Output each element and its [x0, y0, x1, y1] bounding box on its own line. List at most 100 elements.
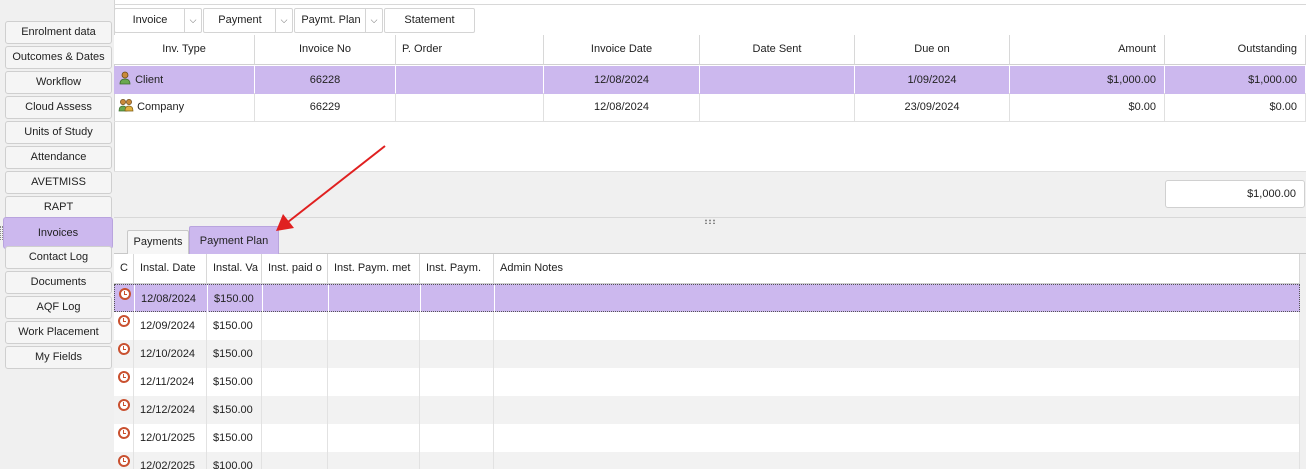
table-row[interactable]: Client 66228 12/08/2024 1/09/2024 $1,000…: [114, 66, 1306, 94]
cell-p-order: [396, 66, 544, 94]
sidebar-item-cloud-assess[interactable]: Cloud Assess: [5, 96, 112, 119]
payment-button[interactable]: Payment ⌵: [203, 8, 293, 33]
cell-inst-paid-on: [262, 396, 328, 424]
column-header-due-on[interactable]: Due on: [855, 35, 1010, 65]
table-row[interactable]: 12/01/2025 $150.00: [114, 424, 1300, 452]
cell-inst-paym: [420, 452, 494, 469]
column-header-admin-notes[interactable]: Admin Notes: [494, 254, 1300, 284]
tab-payments[interactable]: Payments: [127, 230, 189, 254]
grip-dots-icon[interactable]: [704, 219, 716, 224]
tab-payment-plan[interactable]: Payment Plan: [189, 226, 279, 254]
cell-status: [114, 312, 134, 340]
cell-status: [114, 368, 134, 396]
sidebar-item-my-fields[interactable]: My Fields: [5, 346, 112, 369]
sidebar-item-documents[interactable]: Documents: [5, 271, 112, 294]
table-row[interactable]: 12/11/2024 $150.00: [114, 368, 1300, 396]
column-header-inst-paym[interactable]: Inst. Paym.: [420, 254, 494, 284]
cell-status: [114, 452, 134, 469]
cell-invoice-date: 12/08/2024: [544, 66, 700, 94]
cell-inst-paym: [420, 340, 494, 368]
sidebar-nav: Enrolment data Outcomes & Dates Workflow…: [0, 0, 115, 469]
cell-inst-paid-on: [262, 368, 328, 396]
cell-instal-date: 12/01/2025: [134, 424, 207, 452]
cell-instal-value: $150.00: [207, 396, 262, 424]
cell-inst-paid-on: [262, 340, 328, 368]
cell-instal-date: 12/11/2024: [134, 368, 207, 396]
clock-icon: [118, 343, 130, 355]
clock-icon: [118, 371, 130, 383]
cell-outstanding: $1,000.00: [1165, 66, 1306, 94]
sidebar-item-units-of-study[interactable]: Units of Study: [5, 121, 112, 144]
column-header-inst-paid-on[interactable]: Inst. paid o: [262, 254, 328, 284]
invoice-button-label: Invoice: [132, 14, 168, 26]
paymt-plan-button[interactable]: Paymt. Plan ⌵: [294, 8, 383, 33]
sidebar-item-rapt[interactable]: RAPT: [5, 196, 112, 219]
sidebar-item-work-placement[interactable]: Work Placement: [5, 321, 112, 344]
clock-icon: [118, 427, 130, 439]
column-header-inv-type[interactable]: Inv. Type: [114, 35, 255, 65]
cell-admin-notes: [494, 396, 1300, 424]
sidebar-item-contact-log[interactable]: Contact Log: [5, 246, 112, 269]
column-header-date-sent[interactable]: Date Sent: [700, 35, 855, 65]
sidebar-item-attendance[interactable]: Attendance: [5, 146, 112, 169]
group-icon: [118, 99, 134, 112]
cell-admin-notes: [494, 424, 1300, 452]
cell-admin-notes: [494, 340, 1300, 368]
cell-admin-notes: [494, 368, 1300, 396]
scrollbar[interactable]: [1300, 254, 1306, 469]
sidebar-item-outcomes-dates[interactable]: Outcomes & Dates: [5, 46, 112, 69]
table-row[interactable]: 12/08/2024 $150.00: [114, 284, 1301, 313]
clock-icon: [118, 455, 130, 467]
cell-status: [114, 396, 134, 424]
inv-type-text: Company: [137, 101, 185, 113]
cell-inv-type: Company: [114, 93, 255, 121]
cell-inst-paym-method: [328, 452, 420, 469]
column-header-p-order[interactable]: P. Order: [396, 35, 544, 65]
totals-bar: $1,000.00: [114, 172, 1306, 218]
cell-instal-date: 12/09/2024: [134, 312, 207, 340]
cell-instal-date: 12/08/2024: [135, 285, 208, 313]
panel-splitter[interactable]: [114, 218, 1306, 226]
column-header-amount[interactable]: Amount: [1010, 35, 1165, 65]
column-header-instal-date[interactable]: Instal. Date: [134, 254, 207, 284]
column-header-invoice-date[interactable]: Invoice Date: [544, 35, 700, 65]
cell-inst-paym: [420, 312, 494, 340]
chevron-down-icon[interactable]: ⌵: [184, 9, 201, 32]
payment-button-label: Payment: [218, 14, 262, 26]
clock-icon: [118, 315, 130, 327]
invoices-panel: Invoice ⌵ Payment ⌵ Paymt. Plan ⌵ Statem…: [114, 0, 1306, 469]
column-header-inst-paym-method[interactable]: Inst. Paym. met: [328, 254, 420, 284]
cell-instal-value: $150.00: [208, 285, 263, 313]
cell-status: [114, 424, 134, 452]
sidebar-item-invoices[interactable]: Invoices: [3, 217, 113, 249]
sidebar-item-avetmiss[interactable]: AVETMISS: [5, 171, 112, 194]
table-row[interactable]: 12/10/2024 $150.00: [114, 340, 1300, 368]
table-row[interactable]: 12/12/2024 $150.00: [114, 396, 1300, 424]
table-row[interactable]: Company 66229 12/08/2024 23/09/2024 $0.0…: [114, 93, 1306, 122]
clock-icon: [118, 399, 130, 411]
column-header-instal-value[interactable]: Instal. Va: [207, 254, 262, 284]
cell-amount: $0.00: [1010, 93, 1165, 121]
table-row[interactable]: 12/09/2024 $150.00: [114, 312, 1300, 340]
cell-inst-paym-method: [328, 396, 420, 424]
sidebar-item-enrolment-data[interactable]: Enrolment data: [5, 21, 112, 44]
chevron-down-icon[interactable]: ⌵: [275, 9, 292, 32]
cell-admin-notes: [494, 452, 1300, 469]
column-header-c[interactable]: C: [114, 254, 134, 284]
table-row[interactable]: 12/02/2025 $100.00: [114, 452, 1300, 469]
cell-inst-paid-on: [262, 424, 328, 452]
cell-date-sent: [700, 93, 855, 121]
cell-p-order: [396, 93, 544, 121]
cell-inst-paym-method: [328, 312, 420, 340]
statement-button[interactable]: Statement: [384, 8, 475, 33]
clock-icon: [119, 288, 131, 300]
chevron-down-icon[interactable]: ⌵: [365, 9, 382, 32]
invoice-button[interactable]: Invoice ⌵: [114, 8, 202, 33]
sidebar-item-aqf-log[interactable]: AQF Log: [5, 296, 112, 319]
column-header-outstanding[interactable]: Outstanding: [1165, 35, 1306, 65]
cell-instal-value: $100.00: [207, 452, 262, 469]
cell-due-on: 23/09/2024: [855, 93, 1010, 121]
column-header-invoice-no[interactable]: Invoice No: [255, 35, 396, 65]
sidebar-resize-grip[interactable]: [0, 226, 3, 240]
sidebar-item-workflow[interactable]: Workflow: [5, 71, 112, 94]
